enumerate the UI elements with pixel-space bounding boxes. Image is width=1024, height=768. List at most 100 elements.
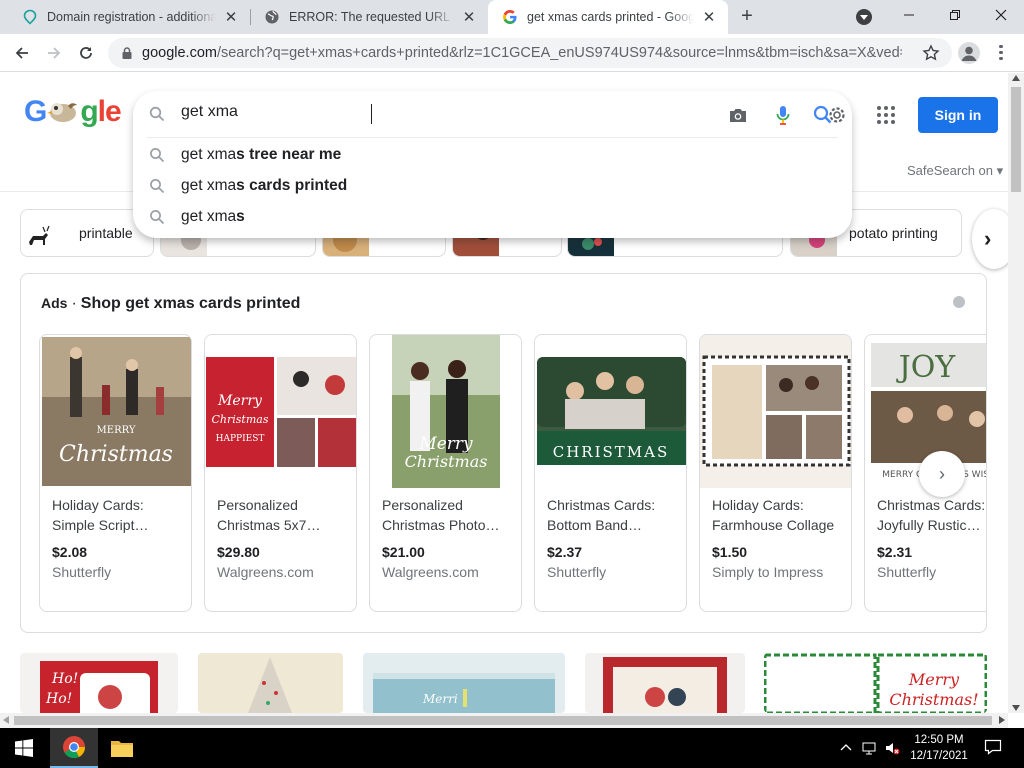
product-image: Merry Christmas HAPPIEST bbox=[205, 335, 356, 488]
close-window-button[interactable] bbox=[978, 0, 1024, 30]
minimize-button[interactable] bbox=[886, 0, 932, 30]
chrome-icon bbox=[63, 736, 86, 759]
back-button[interactable] bbox=[8, 39, 36, 67]
tab-domain-registration[interactable]: Domain registration - additional ✕ bbox=[8, 0, 250, 34]
reload-icon bbox=[80, 47, 92, 59]
safesearch-toggle[interactable]: SafeSearch on ▾ bbox=[907, 163, 1003, 179]
search-icon bbox=[150, 210, 165, 225]
scrollbar-thumb[interactable] bbox=[14, 716, 992, 725]
product-merchant: Walgreens.com bbox=[382, 564, 479, 580]
windows-logo-icon bbox=[15, 739, 33, 757]
info-icon[interactable] bbox=[953, 296, 965, 308]
image-result[interactable]: Merri bbox=[363, 653, 565, 713]
browser-toolbar: google.com/search?q=get+xmas+cards+print… bbox=[0, 34, 1024, 72]
suggestion-item[interactable]: get xmas bbox=[133, 201, 852, 232]
reload-button[interactable] bbox=[72, 39, 100, 67]
close-tab-icon[interactable]: ✕ bbox=[460, 8, 478, 26]
notifications-icon[interactable] bbox=[984, 738, 1002, 756]
product-merchant: Shutterfly bbox=[547, 564, 607, 580]
svg-text:JOY: JOY bbox=[896, 350, 957, 385]
volume-muted-icon[interactable] bbox=[884, 740, 900, 756]
ads-heading: Ads · Shop get xmas cards printed bbox=[41, 295, 301, 312]
product-merchant: Shutterfly bbox=[877, 564, 937, 580]
product-card[interactable]: Holiday Cards: Farmhouse Collage $1.50 Si… bbox=[699, 334, 852, 612]
system-clock[interactable]: 12:50 PM 12/17/2021 bbox=[906, 732, 972, 764]
search-icon bbox=[150, 179, 165, 194]
profile-avatar-icon[interactable] bbox=[958, 42, 980, 64]
chips-next-arrow-icon[interactable]: › bbox=[972, 209, 1008, 269]
close-tab-icon[interactable]: ✕ bbox=[222, 8, 240, 26]
svg-text:Christmas: Christmas bbox=[405, 452, 488, 471]
product-card[interactable]: CHRISTMAS Christmas Cards: Bottom Band… $… bbox=[534, 334, 687, 612]
svg-text:Merry: Merry bbox=[418, 434, 473, 454]
image-result[interactable] bbox=[198, 653, 343, 713]
svg-text:Ho!: Ho! bbox=[51, 671, 78, 687]
lock-icon bbox=[122, 47, 132, 59]
minimize-icon bbox=[904, 14, 914, 16]
tab-title: get xmas cards printed - Google bbox=[527, 10, 694, 24]
image-result[interactable] bbox=[585, 653, 745, 713]
browser-menu-icon[interactable] bbox=[996, 42, 1006, 64]
product-price: $2.37 bbox=[547, 544, 583, 560]
suggestion-text: get xmas bbox=[181, 207, 245, 225]
doodle-bird-icon bbox=[47, 103, 78, 122]
suggestion-item[interactable]: get xmas tree near me bbox=[133, 139, 852, 170]
horizontal-scrollbar[interactable] bbox=[0, 713, 1008, 728]
new-tab-button[interactable]: + bbox=[736, 6, 758, 28]
product-title: Holiday Cards: Farmhouse Collage bbox=[712, 497, 835, 533]
product-price: $21.00 bbox=[382, 544, 425, 560]
carousel-next-arrow-icon[interactable]: › bbox=[919, 451, 965, 497]
globe-icon bbox=[265, 10, 279, 24]
forward-button[interactable] bbox=[40, 39, 68, 67]
tab-title: Domain registration - additional bbox=[47, 10, 216, 24]
sign-in-button[interactable]: Sign in bbox=[918, 97, 998, 133]
tab-error-url[interactable]: ERROR: The requested URL could ✕ bbox=[250, 0, 488, 34]
chevron-up-icon[interactable] bbox=[838, 740, 854, 756]
product-title: Personalized Christmas Photo… bbox=[382, 497, 500, 533]
product-merchant: Walgreens.com bbox=[217, 564, 314, 580]
google-images-page: Ggle get xmas tree near me get xmas card… bbox=[0, 73, 1008, 713]
product-title: Personalized Christmas 5x7… bbox=[217, 497, 321, 533]
arrow-right-icon bbox=[48, 47, 61, 59]
taskbar-file-explorer[interactable] bbox=[98, 728, 146, 768]
arrow-left-icon bbox=[15, 47, 28, 59]
product-price: $2.08 bbox=[52, 544, 88, 560]
taskbar-chrome[interactable] bbox=[50, 728, 98, 768]
svg-text:CHRISTMAS: CHRISTMAS bbox=[553, 443, 670, 461]
svg-text:Ho!: Ho! bbox=[45, 691, 72, 707]
svg-text:Christmas: Christmas bbox=[59, 442, 173, 467]
product-merchant: Shutterfly bbox=[52, 564, 112, 580]
google-apps-icon[interactable] bbox=[877, 106, 895, 124]
suggestion-item[interactable]: get xmas cards printed bbox=[133, 170, 852, 201]
product-card[interactable]: Christmas MERRY Holiday Cards: Simple Scr… bbox=[39, 334, 192, 612]
address-bar[interactable]: google.com/search?q=get+xmas+cards+print… bbox=[108, 38, 952, 68]
image-result[interactable]: Ho! Ho! bbox=[20, 653, 178, 713]
product-card[interactable]: Merry Christmas Personalized Christmas Ph… bbox=[369, 334, 522, 612]
svg-text:MERRY: MERRY bbox=[97, 425, 136, 436]
url-host: google.com bbox=[142, 45, 217, 61]
svg-text:Merry: Merry bbox=[908, 670, 960, 689]
chip-thumbnail bbox=[21, 210, 67, 256]
start-button[interactable] bbox=[0, 728, 48, 768]
product-card[interactable]: Merry Christmas HAPPIEST Personalized Chr… bbox=[204, 334, 357, 612]
folder-icon bbox=[111, 741, 133, 757]
bookmark-star-icon[interactable] bbox=[922, 44, 940, 62]
product-title: Holiday Cards: Simple Script… bbox=[52, 497, 149, 533]
restore-button[interactable] bbox=[932, 0, 978, 30]
tab-google-search[interactable]: get xmas cards printed - Google ✕ bbox=[488, 0, 728, 34]
scrollbar-thumb[interactable] bbox=[1011, 87, 1021, 192]
image-result[interactable]: Merry Christmas! bbox=[764, 653, 987, 713]
suggestion-text: get xmas cards printed bbox=[181, 176, 348, 194]
tab-search-icon[interactable] bbox=[856, 9, 872, 25]
network-icon[interactable] bbox=[862, 740, 878, 756]
suggestion-text: get xmas tree near me bbox=[181, 145, 342, 163]
product-image bbox=[700, 335, 851, 488]
google-doodle-logo[interactable]: Ggle bbox=[24, 95, 122, 129]
close-tab-icon[interactable]: ✕ bbox=[700, 8, 718, 26]
url-text: google.com/search?q=get+xmas+cards+print… bbox=[142, 45, 902, 61]
vertical-scrollbar[interactable] bbox=[1008, 73, 1024, 713]
svg-text:HAPPIEST: HAPPIEST bbox=[216, 434, 265, 444]
shopping-ads-panel: Ads · Shop get xmas cards printed Christma… bbox=[20, 273, 987, 633]
globe-teal-icon bbox=[23, 9, 37, 25]
clock-time: 12:50 PM bbox=[914, 734, 964, 746]
